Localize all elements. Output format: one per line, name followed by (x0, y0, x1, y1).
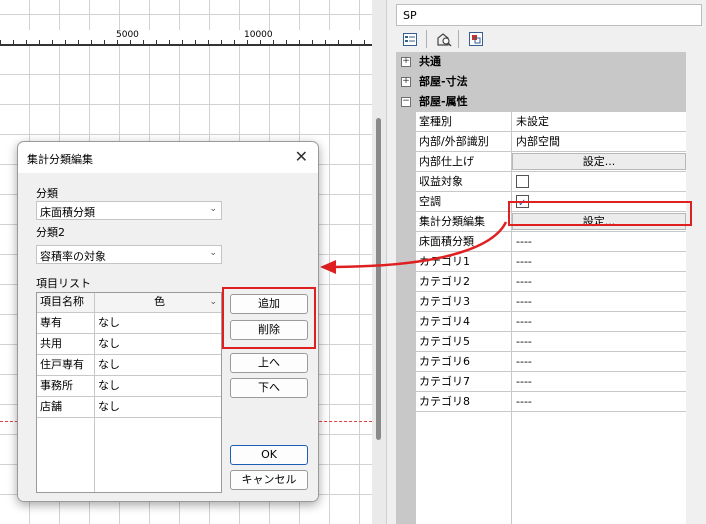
item-color[interactable]: なし (95, 355, 221, 375)
move-down-button[interactable]: 下へ (230, 378, 308, 398)
chevron-down-icon: ⌄ (209, 248, 217, 258)
item-name: 住戸専有 (37, 355, 95, 375)
item-color[interactable]: なし (95, 376, 221, 396)
class2-label: 分類2 (36, 226, 65, 239)
column-header-name[interactable]: 項目名称 (37, 293, 95, 312)
list-item[interactable]: 専有 なし (37, 313, 221, 334)
column-divider (94, 410, 95, 492)
ok-button[interactable]: OK (230, 445, 308, 465)
item-list[interactable]: 項目名称 色 ⌄ 専有 なし 共用 なし 住戸専有 なし 事務所 なし 店舗 な… (36, 292, 222, 493)
list-item[interactable]: 共用 なし (37, 334, 221, 355)
class-dropdown[interactable]: 床面積分類 ⌄ (36, 201, 222, 220)
item-color[interactable]: なし (95, 313, 221, 333)
cancel-button[interactable]: キャンセル (230, 470, 308, 490)
class-dropdown-value: 床面積分類 (40, 206, 95, 219)
item-list-label: 項目リスト (36, 277, 91, 290)
close-icon[interactable]: ✕ (295, 147, 308, 166)
chevron-down-icon: ⌄ (209, 204, 217, 214)
class2-dropdown-value: 容積率の対象 (40, 250, 106, 263)
column-header-color: 色 (154, 295, 165, 308)
class-label: 分類 (36, 187, 58, 200)
item-name: 店舗 (37, 397, 95, 417)
item-name: 共用 (37, 334, 95, 354)
list-item[interactable]: 事務所 なし (37, 376, 221, 397)
class2-dropdown[interactable]: 容積率の対象 ⌄ (36, 245, 222, 264)
list-item[interactable]: 店舗 なし (37, 397, 221, 418)
item-name: 専有 (37, 313, 95, 333)
item-color[interactable]: なし (95, 334, 221, 354)
item-name: 事務所 (37, 376, 95, 396)
highlight-add-delete (222, 287, 316, 349)
chevron-down-icon: ⌄ (209, 297, 217, 307)
item-list-header: 項目名称 色 ⌄ (37, 293, 221, 313)
item-color[interactable]: なし (95, 397, 221, 417)
move-up-button[interactable]: 上へ (230, 353, 308, 373)
dialog-title: 集計分類編集 (27, 153, 93, 166)
list-item[interactable]: 住戸専有 なし (37, 355, 221, 376)
